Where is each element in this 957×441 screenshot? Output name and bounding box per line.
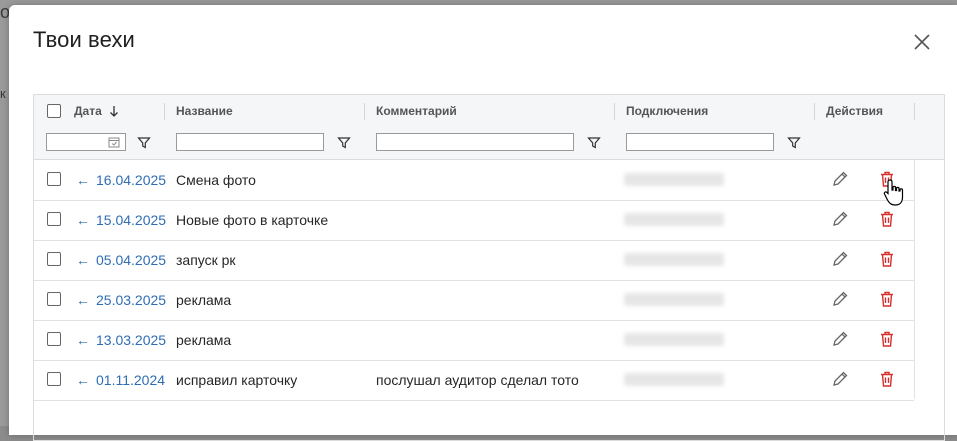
- name-cell: запуск рк: [176, 252, 236, 268]
- delete-icon[interactable]: [878, 210, 896, 228]
- connections-cell-redacted: [624, 173, 724, 186]
- date-filter-input[interactable]: [46, 133, 126, 151]
- date-link[interactable]: 13.03.2025: [96, 332, 166, 348]
- name-cell: реклама: [176, 292, 232, 308]
- column-header-comment[interactable]: Комментарий: [376, 95, 457, 127]
- hand-cursor-icon: [883, 179, 904, 206]
- date-link[interactable]: 25.03.2025: [96, 292, 166, 308]
- table-row: ← 13.03.2025 реклама: [34, 320, 914, 361]
- arrow-left-icon: ←: [76, 212, 90, 228]
- comment-filter-input[interactable]: [376, 133, 574, 151]
- arrow-down-icon: [109, 106, 118, 117]
- column-header-date[interactable]: Дата: [74, 95, 120, 127]
- edit-icon[interactable]: [831, 250, 849, 268]
- row-checkbox[interactable]: [47, 172, 61, 186]
- comment-cell: послушал аудитор сделал тото: [376, 372, 579, 388]
- arrow-left-icon: ←: [76, 252, 90, 268]
- arrow-left-icon: ←: [76, 372, 90, 388]
- column-separator: [614, 103, 615, 120]
- connections-cell-redacted: [624, 213, 724, 226]
- date-filter-funnel-icon[interactable]: [137, 136, 151, 150]
- backdrop-text-2: к: [0, 86, 6, 101]
- row-checkbox[interactable]: [47, 252, 61, 266]
- name-filter-input[interactable]: [176, 133, 324, 151]
- table-right-border: [914, 159, 915, 399]
- comment-filter-funnel-icon[interactable]: [587, 136, 601, 150]
- delete-icon[interactable]: [878, 370, 896, 388]
- date-cell[interactable]: ← 15.04.2025: [76, 200, 166, 240]
- column-separator: [914, 103, 915, 120]
- milestones-dialog: Твои вехи Дата Название Комментарий Подк…: [9, 5, 957, 441]
- name-cell: Новые фото в карточке: [176, 212, 329, 228]
- arrow-left-icon: ←: [76, 332, 90, 348]
- table-row: ← 25.03.2025 реклама: [34, 280, 914, 321]
- column-header-actions: Действия: [826, 104, 884, 118]
- edit-icon[interactable]: [831, 330, 849, 348]
- date-cell[interactable]: ← 25.03.2025: [76, 280, 166, 320]
- column-header-name[interactable]: Название: [176, 95, 233, 127]
- row-checkbox[interactable]: [47, 332, 61, 346]
- name-cell: исправил карточку: [176, 372, 298, 388]
- arrow-left-icon: ←: [76, 172, 90, 188]
- row-checkbox[interactable]: [47, 292, 61, 306]
- table-row: ← 15.04.2025 Новые фото в карточке: [34, 200, 914, 241]
- edit-icon[interactable]: [831, 170, 849, 188]
- column-header-connections[interactable]: Подключения: [626, 95, 708, 127]
- date-link[interactable]: 16.04.2025: [96, 172, 166, 188]
- edit-icon[interactable]: [831, 370, 849, 388]
- column-separator: [164, 103, 165, 120]
- connections-cell-redacted: [624, 293, 724, 306]
- table-row: ← 05.04.2025 запуск рк: [34, 240, 914, 281]
- arrow-left-icon: ←: [76, 292, 90, 308]
- column-header-date-label: Дата: [74, 104, 102, 118]
- delete-icon[interactable]: [878, 290, 896, 308]
- date-link[interactable]: 01.11.2024: [96, 372, 165, 388]
- connections-cell-redacted: [624, 253, 724, 266]
- connections-cell-redacted: [624, 333, 724, 346]
- column-separator: [814, 103, 815, 120]
- select-all-checkbox[interactable]: [47, 104, 61, 118]
- delete-icon[interactable]: [878, 330, 896, 348]
- delete-icon[interactable]: [878, 250, 896, 268]
- connections-filter-input[interactable]: [626, 133, 774, 151]
- date-cell[interactable]: ← 13.03.2025: [76, 320, 166, 360]
- date-cell[interactable]: ← 05.04.2025: [76, 240, 166, 280]
- calendar-icon[interactable]: [108, 136, 120, 148]
- name-filter-funnel-icon[interactable]: [337, 136, 351, 150]
- connections-filter-funnel-icon[interactable]: [787, 136, 801, 150]
- table-row: ← 01.11.2024 исправил карточку послушал …: [34, 360, 914, 401]
- date-cell[interactable]: ← 16.04.2025: [76, 160, 166, 200]
- edit-icon[interactable]: [831, 290, 849, 308]
- date-link[interactable]: 05.04.2025: [96, 252, 166, 268]
- table-header: Дата Название Комментарий Подключения Де…: [34, 95, 944, 160]
- table-row: ← 16.04.2025 Смена фото: [34, 160, 914, 201]
- connections-cell-redacted: [624, 373, 724, 386]
- name-cell: реклама: [176, 332, 232, 348]
- date-link[interactable]: 15.04.2025: [96, 212, 166, 228]
- column-separator: [364, 103, 365, 120]
- row-checkbox[interactable]: [47, 212, 61, 226]
- milestones-table: Дата Название Комментарий Подключения Де…: [33, 94, 945, 441]
- edit-icon[interactable]: [831, 210, 849, 228]
- name-cell: Смена фото: [176, 172, 256, 188]
- close-icon[interactable]: [909, 29, 935, 55]
- dialog-title: Твои вехи: [33, 27, 135, 52]
- row-checkbox[interactable]: [47, 372, 61, 386]
- date-cell[interactable]: ← 01.11.2024: [76, 360, 165, 400]
